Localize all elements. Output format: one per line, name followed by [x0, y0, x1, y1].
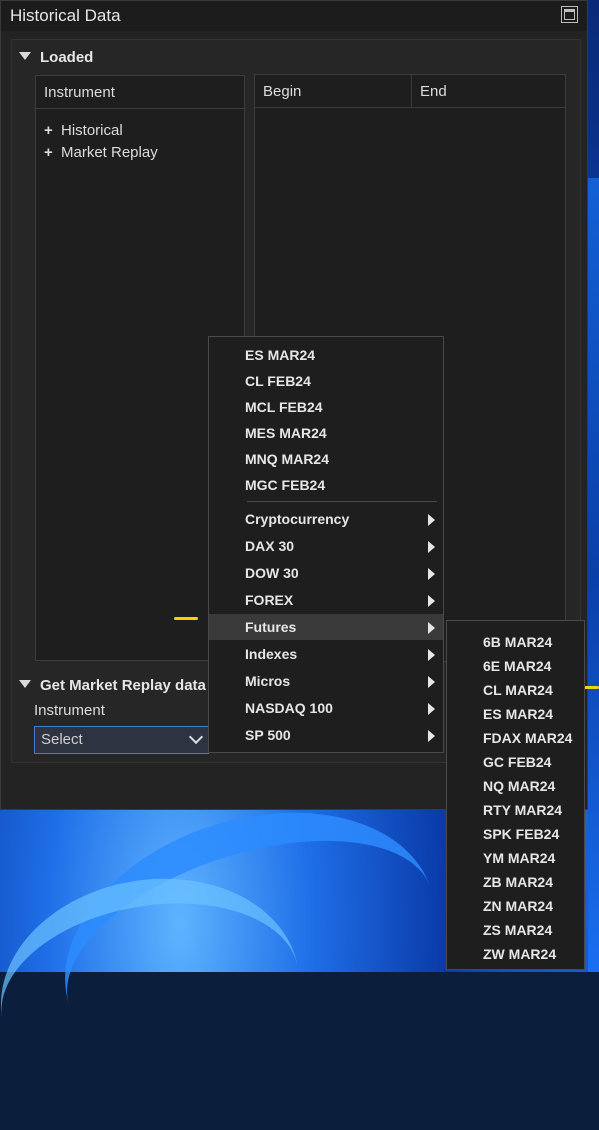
submenu-item[interactable]: ZB MAR24: [447, 869, 584, 895]
menu-item-sp-500[interactable]: SP 500: [209, 722, 443, 748]
submenu-item[interactable]: GC FEB24: [447, 749, 584, 775]
expand-plus-icon[interactable]: +: [44, 122, 53, 139]
maximize-icon[interactable]: [561, 6, 578, 23]
menu-item-label: SP 500: [245, 727, 291, 743]
futures-submenu: 6B MAR24 6E MAR24 CL MAR24 ES MAR24 FDAX…: [446, 620, 585, 970]
menu-item-dax-30[interactable]: DAX 30: [209, 533, 443, 559]
select-value: Select: [41, 731, 83, 748]
tree-item-label: Market Replay: [61, 144, 158, 161]
menu-item-cryptocurrency[interactable]: Cryptocurrency: [209, 506, 443, 532]
menu-item-label: Indexes: [245, 646, 298, 662]
menu-separator: [247, 501, 437, 502]
menu-item-label: DAX 30: [245, 538, 295, 554]
replay-section-toggle[interactable]: Get Market Replay data: [19, 677, 206, 694]
submenu-arrow-icon: [428, 649, 435, 661]
expand-plus-icon[interactable]: +: [44, 144, 53, 161]
submenu-arrow-icon: [428, 568, 435, 580]
submenu-arrow-icon: [428, 514, 435, 526]
menu-item-recent[interactable]: ES MAR24: [209, 342, 443, 368]
menu-item-forex[interactable]: FOREX: [209, 587, 443, 613]
submenu-item[interactable]: NQ MAR24: [447, 773, 584, 799]
submenu-item[interactable]: ES MAR24: [447, 701, 584, 727]
menu-item-label: NASDAQ 100: [245, 700, 333, 716]
menu-item-recent[interactable]: MCL FEB24: [209, 394, 443, 420]
submenu-item[interactable]: FDAX MAR24: [447, 725, 584, 751]
menu-item-futures[interactable]: Futures: [209, 614, 443, 640]
submenu-arrow-icon: [428, 622, 435, 634]
menu-item-label: Futures: [245, 619, 297, 635]
submenu-arrow-icon: [428, 703, 435, 715]
submenu-arrow-icon: [428, 541, 435, 553]
submenu-item[interactable]: YM MAR24: [447, 845, 584, 871]
annotation-mark: [174, 617, 198, 620]
menu-item-recent[interactable]: CL FEB24: [209, 368, 443, 394]
replay-header: Get Market Replay data: [40, 677, 206, 694]
collapse-triangle-icon: [19, 52, 31, 61]
begin-column-header[interactable]: Begin: [255, 75, 411, 108]
submenu-arrow-icon: [428, 595, 435, 607]
end-column-header[interactable]: End: [412, 75, 565, 108]
menu-item-dow-30[interactable]: DOW 30: [209, 560, 443, 586]
submenu-item[interactable]: ZW MAR24: [447, 941, 584, 967]
loaded-header: Loaded: [40, 49, 94, 66]
instrument-select[interactable]: Select: [34, 726, 209, 754]
instrument-menu: ES MAR24 CL FEB24 MCL FEB24 MES MAR24 MN…: [208, 336, 444, 753]
menu-item-label: Micros: [245, 673, 291, 689]
menu-item-recent[interactable]: MNQ MAR24: [209, 446, 443, 472]
submenu-item[interactable]: CL MAR24: [447, 677, 584, 703]
submenu-item[interactable]: RTY MAR24: [447, 797, 584, 823]
menu-item-label: FOREX: [245, 592, 294, 608]
menu-item-nasdaq-100[interactable]: NASDAQ 100: [209, 695, 443, 721]
menu-item-recent[interactable]: MES MAR24: [209, 420, 443, 446]
menu-item-indexes[interactable]: Indexes: [209, 641, 443, 667]
menu-item-recent[interactable]: MGC FEB24: [209, 472, 443, 498]
instrument-label: Instrument: [34, 702, 105, 719]
title-bar[interactable]: Historical Data: [1, 1, 587, 31]
menu-item-label: Cryptocurrency: [245, 511, 350, 527]
submenu-item[interactable]: 6B MAR24: [447, 629, 584, 655]
submenu-arrow-icon: [428, 676, 435, 688]
instrument-column-header[interactable]: Instrument: [36, 76, 244, 109]
collapse-triangle-icon: [19, 680, 31, 689]
submenu-item[interactable]: 6E MAR24: [447, 653, 584, 679]
submenu-item[interactable]: SPK FEB24: [447, 821, 584, 847]
tree-item-historical[interactable]: + Historical: [44, 122, 123, 139]
submenu-item[interactable]: ZS MAR24: [447, 917, 584, 943]
menu-item-label: DOW 30: [245, 565, 299, 581]
chevron-down-icon: [188, 729, 204, 745]
window-title: Historical Data: [10, 6, 121, 25]
tree-item-market-replay[interactable]: + Market Replay: [44, 144, 158, 161]
tree-item-label: Historical: [61, 122, 123, 139]
submenu-arrow-icon: [428, 730, 435, 742]
loaded-section-toggle[interactable]: Loaded: [19, 49, 93, 66]
menu-item-micros[interactable]: Micros: [209, 668, 443, 694]
wallpaper-strip: [588, 178, 599, 972]
submenu-item[interactable]: ZN MAR24: [447, 893, 584, 919]
